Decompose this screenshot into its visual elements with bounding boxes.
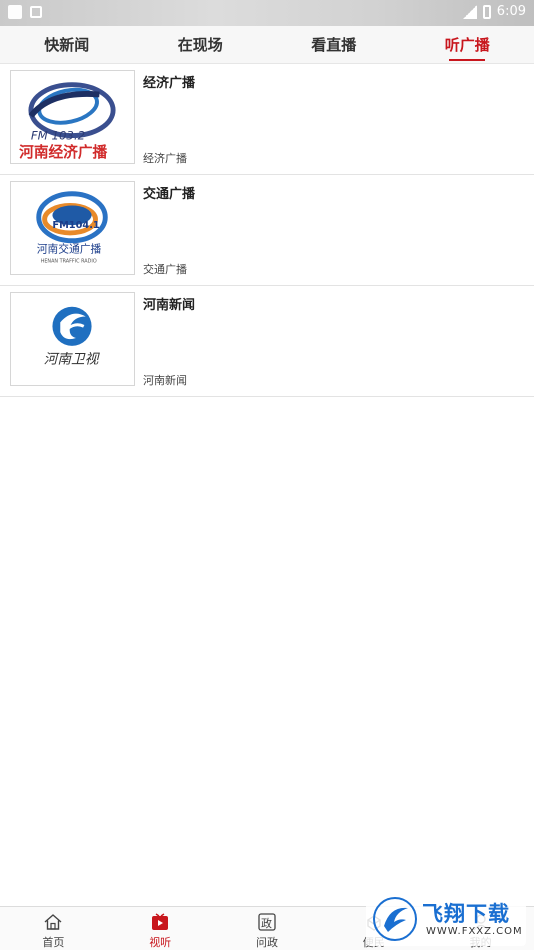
nav-wenzheng[interactable]: 政 问政 [214, 907, 321, 950]
watermark: 飞翔下载 WWW.FXXZ.COM [366, 892, 526, 946]
tab-ting-guangbo[interactable]: 听广播 [401, 26, 534, 63]
home-icon [44, 914, 62, 930]
nav-label: 问政 [255, 936, 278, 949]
nav-label: 首页 [42, 936, 65, 949]
svg-text:政: 政 [261, 916, 272, 930]
svg-text:FM 103.2: FM 103.2 [31, 129, 85, 143]
svg-text:HENAN TRAFFIC RADIO: HENAN TRAFFIC RADIO [41, 258, 97, 264]
item-subtitle: 经济广播 [143, 152, 187, 165]
item-subtitle: 河南新闻 [143, 374, 187, 387]
zheng-icon: 政 [258, 913, 276, 931]
list-item[interactable]: FM104.1 河南交通广播 HENAN TRAFFIC RADIO 交通广播 … [0, 175, 534, 286]
item-subtitle: 交通广播 [143, 263, 187, 276]
list-item[interactable]: 河南卫视 河南新闻 河南新闻 [0, 286, 534, 397]
henan-economy-radio-logo: FM 103.2 河南经济广播 [10, 70, 135, 164]
watermark-url: WWW.FXXZ.COM [426, 926, 523, 937]
henan-traffic-radio-logo: FM104.1 河南交通广播 HENAN TRAFFIC RADIO [10, 181, 135, 275]
tab-zai-xianchang[interactable]: 在现场 [134, 26, 268, 63]
category-tabs: 快新闻 在现场 看直播 听广播 [0, 26, 534, 64]
nav-shiting[interactable]: 视听 [107, 907, 214, 950]
battery-icon [482, 4, 491, 19]
tab-kuai-xinwen[interactable]: 快新闻 [0, 26, 134, 63]
svg-text:FM104.1: FM104.1 [52, 220, 99, 231]
status-bar: 6:09 [0, 0, 534, 26]
svg-text:河南交通广播: 河南交通广播 [37, 242, 102, 255]
item-title: 经济广播 [143, 76, 196, 91]
svg-text:河南经济广播: 河南经济广播 [19, 143, 107, 161]
status-time: 6:09 [496, 4, 526, 19]
henan-tv-logo: 河南卫视 [10, 292, 135, 386]
tab-kan-zhibo[interactable]: 看直播 [267, 26, 401, 63]
station-list: FM 103.2 河南经济广播 经济广播 经济广播 FM104.1 河南交通广播… [0, 64, 534, 397]
item-title: 河南新闻 [143, 298, 196, 313]
item-title: 交通广播 [143, 187, 196, 202]
notification-icon [30, 6, 42, 18]
list-item[interactable]: FM 103.2 河南经济广播 经济广播 经济广播 [0, 64, 534, 175]
notification-icon [8, 5, 22, 19]
play-icon [152, 913, 169, 930]
nav-home[interactable]: 首页 [0, 907, 107, 950]
watermark-title: 飞翔下载 [422, 902, 510, 926]
signal-icon [462, 4, 477, 19]
svg-text:河南卫视: 河南卫视 [44, 351, 101, 367]
status-right: 6:09 [462, 4, 526, 19]
watermark-logo-icon [373, 897, 417, 941]
status-notifications [8, 5, 42, 19]
nav-label: 视听 [149, 936, 172, 949]
